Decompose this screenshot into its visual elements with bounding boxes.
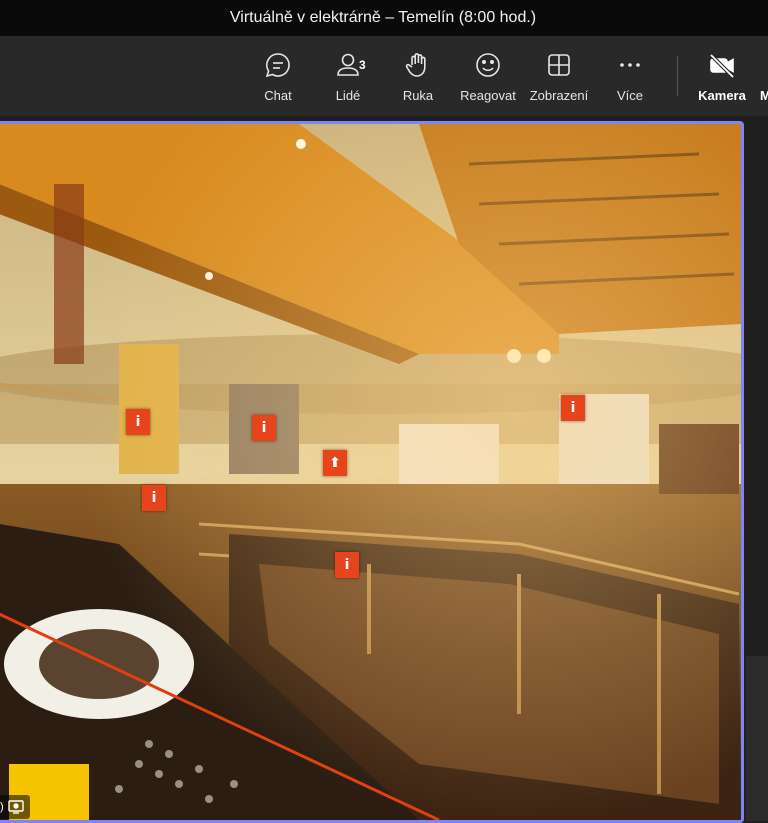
screen-share-icon: [7, 800, 24, 814]
people-label: Lidé: [335, 88, 361, 103]
info-hotspot[interactable]: i: [126, 409, 150, 435]
reactor-hall-image: [0, 124, 741, 820]
badge-text: ): [0, 801, 4, 813]
window-title: Virtuálně v elektrárně – Temelín (8:00 h…: [229, 9, 537, 26]
more-dots-icon: [620, 63, 640, 67]
camera-label: Kamera: [698, 88, 746, 103]
shared-video[interactable]: i i ⬆ i i i ): [0, 121, 744, 823]
hand-icon: [405, 53, 426, 77]
camera-off-icon: [709, 53, 735, 79]
people-button[interactable]: 3 Lidé: [313, 50, 383, 108]
info-hotspot[interactable]: i: [252, 415, 276, 441]
info-hotspot[interactable]: i: [335, 552, 359, 578]
info-hotspot[interactable]: i: [561, 395, 585, 421]
chat-icon: [265, 53, 290, 78]
info-hotspot[interactable]: i: [142, 485, 166, 511]
people-count: 3: [359, 58, 366, 72]
react-label: Reagovat: [460, 88, 516, 103]
grid-view-icon: [548, 54, 570, 76]
view-button[interactable]: Zobrazení: [524, 50, 594, 108]
smiley-icon: [476, 53, 500, 77]
mic-label: M: [760, 88, 768, 103]
meeting-stage: i i ⬆ i i i ): [0, 116, 768, 823]
video-status-badge[interactable]: ): [0, 795, 30, 819]
toolbar-divider: [677, 56, 678, 96]
window-titlebar: Virtuálně v elektrárně – Temelín (8:00 h…: [0, 0, 768, 36]
navigate-hotspot[interactable]: ⬆: [323, 450, 347, 476]
more-button[interactable]: Více: [595, 50, 665, 108]
camera-button[interactable]: Kamera: [687, 50, 757, 108]
side-panel-scroll[interactable]: [746, 656, 768, 821]
view-label: Zobrazení: [529, 88, 589, 103]
meeting-toolbar: Chat 3 Lidé Ruka Reagovat Zobrazení Více…: [0, 36, 768, 116]
more-label: Více: [616, 88, 643, 103]
chat-label: Chat: [264, 88, 292, 103]
chat-button[interactable]: Chat: [243, 50, 313, 108]
mic-button[interactable]: M: [760, 50, 768, 108]
react-button[interactable]: Reagovat: [453, 50, 523, 108]
raise-hand-label: Ruka: [402, 88, 434, 103]
raise-hand-button[interactable]: Ruka: [383, 50, 453, 108]
